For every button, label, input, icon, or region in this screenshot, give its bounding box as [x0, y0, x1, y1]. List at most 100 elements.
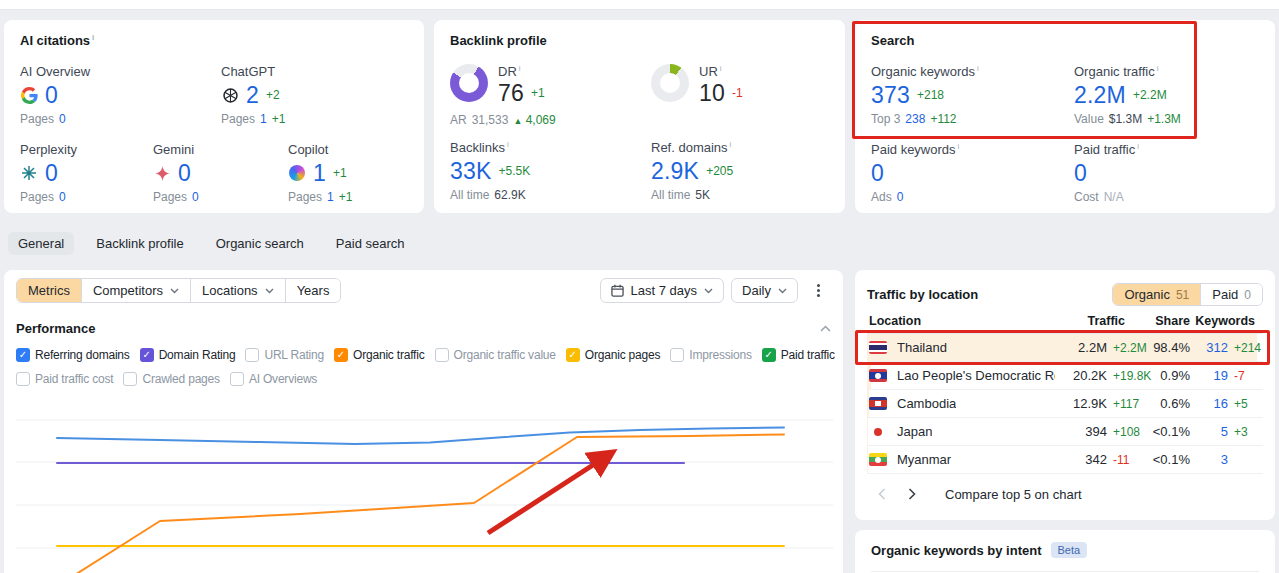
checkbox-icon — [16, 372, 30, 386]
stat-delta: +5.5K — [499, 164, 531, 178]
stat-sub-value[interactable]: 238 — [905, 112, 925, 126]
metric-checkbox[interactable]: ✓ Referring domains — [16, 348, 130, 362]
traffic-value: 394 — [1055, 424, 1107, 439]
keywords-value: 19 — [1190, 368, 1228, 383]
share-value: <0.1% — [1151, 424, 1190, 439]
keywords-delta: +5 — [1228, 397, 1263, 411]
locations-filter-button[interactable]: Locations — [191, 279, 286, 302]
toggle-organic[interactable]: Organic51 — [1113, 284, 1200, 305]
keywords-value: 16 — [1190, 396, 1228, 411]
location-name: Myanmar — [897, 452, 951, 467]
checkbox-icon: ✓ — [566, 348, 580, 362]
stat-label: ChatGPT — [221, 64, 275, 79]
stat-delta: +2.2M — [1133, 88, 1167, 102]
copilot-icon — [288, 164, 306, 182]
stat-sub-value: 62.9K — [494, 188, 525, 202]
metric-checkbox[interactable]: Impressions — [670, 348, 752, 362]
metric-checkbox[interactable]: ✓ Paid traffic — [762, 348, 835, 362]
kebab-icon — [817, 289, 820, 292]
stat-value: 0 — [45, 160, 58, 187]
metric-checkbox[interactable]: ✓ Domain Rating — [140, 348, 236, 362]
tab-general[interactable]: General — [8, 232, 74, 255]
share-value: 0.6% — [1151, 396, 1190, 411]
checkbox-label: Organic traffic value — [454, 348, 556, 362]
metric-checkbox[interactable]: Paid traffic cost — [16, 372, 113, 386]
performance-line-chart — [4, 400, 843, 573]
chevron-down-icon — [265, 288, 274, 294]
location-table-row[interactable]: Lao People's Democratic Reput 20.2K +19.… — [867, 362, 1263, 390]
checkbox-label: AI Overviews — [249, 372, 317, 386]
tab-organic-search[interactable]: Organic search — [206, 232, 314, 255]
compare-top5-link[interactable]: Compare top 5 on chart — [945, 487, 1082, 502]
country-flag-icon — [869, 453, 887, 466]
stat-value: 0 — [45, 82, 58, 109]
stat-value: 2 — [246, 82, 259, 109]
top-window-bar — [0, 0, 1279, 10]
stat-sub-label: Pages — [153, 190, 187, 204]
stat-sub-value[interactable]: 0 — [897, 190, 904, 204]
beta-badge: Beta — [1051, 542, 1088, 558]
stat-sub-value[interactable]: 1 — [260, 112, 267, 126]
metric-checkbox[interactable]: AI Overviews — [230, 372, 317, 386]
annotation-arrow — [488, 454, 610, 533]
years-filter-button[interactable]: Years — [286, 279, 341, 302]
metric-checkbox[interactable]: Organic traffic value — [435, 348, 556, 362]
stat-sub-value[interactable]: 0 — [192, 190, 199, 204]
search-card: Search Organic keywordsi 373 +218 Top 3 … — [855, 20, 1275, 213]
stat-sub-value: 5K — [695, 188, 710, 202]
gemini-icon — [153, 164, 171, 182]
more-options-button[interactable] — [805, 279, 831, 303]
checkbox-label: Referring domains — [35, 348, 130, 362]
metrics-filter-button[interactable]: Metrics — [17, 279, 82, 302]
tab-backlink-profile[interactable]: Backlink profile — [86, 232, 193, 255]
metric-checkbox[interactable]: Crawled pages — [123, 372, 219, 386]
stat-block: Ref. domainsi 2.9K +205 All time 5K — [651, 140, 733, 202]
competitors-filter-button[interactable]: Competitors — [82, 279, 191, 302]
ur-delta: -1 — [732, 86, 743, 100]
share-value: 0.9% — [1151, 368, 1190, 383]
location-table-row[interactable]: Thailand 2.2M +2.2M 98.4% 312 +214 — [867, 334, 1263, 362]
checkbox-label: Crawled pages — [142, 372, 219, 386]
checkbox-icon — [245, 348, 259, 362]
date-range-button[interactable]: Last 7 days — [600, 278, 725, 303]
keywords-value: 312 — [1190, 340, 1228, 355]
next-page-button[interactable] — [897, 484, 927, 504]
metric-checkbox[interactable]: URL Rating — [245, 348, 324, 362]
chevron-left-icon — [878, 488, 886, 500]
prev-page-button[interactable] — [867, 484, 897, 504]
metric-checkbox[interactable]: ✓ Organic pages — [566, 348, 660, 362]
dr-delta: +1 — [531, 86, 545, 100]
checkbox-label: Paid traffic — [781, 348, 835, 362]
info-superscript: i — [1137, 142, 1139, 151]
info-superscript: i — [977, 64, 979, 73]
stat-label: Organic keywords — [871, 64, 975, 79]
tab-paid-search[interactable]: Paid search — [326, 232, 415, 255]
location-table-row[interactable]: Myanmar 342 -11 <0.1% 3 — [867, 446, 1263, 474]
stat-block: Backlinksi 33K +5.5K All time 62.9K — [450, 140, 651, 202]
performance-title: Performance — [16, 321, 95, 336]
keywords-delta: +3 — [1228, 425, 1263, 439]
stat-block: Copilot 1 +1 Pages 1 +1 — [288, 142, 352, 204]
stat-sub-value[interactable]: 1 — [327, 190, 334, 204]
granularity-button[interactable]: Daily — [731, 278, 798, 303]
stat-block: Gemini 0 Pages 0 — [153, 142, 288, 204]
backlink-profile-card: Backlink profile DRi 76+1 AR31,533▲ 4,06… — [434, 20, 845, 213]
stat-value: 33K — [450, 158, 492, 185]
intent-title: Organic keywords by intent — [871, 543, 1042, 558]
info-superscript: i — [958, 142, 960, 151]
location-table-row[interactable]: Cambodia 12.9K +117 0.6% 16 +5 — [867, 390, 1263, 418]
metric-checkbox[interactable]: ✓ Organic traffic — [334, 348, 424, 362]
country-flag-icon — [869, 341, 887, 354]
location-table-row[interactable]: Japan 394 +108 <0.1% 5 +3 — [867, 418, 1263, 446]
stat-sub-value[interactable]: 0 — [59, 112, 66, 126]
stat-label: AI Overview — [20, 64, 90, 79]
info-superscript: i — [519, 64, 521, 73]
stat-sub-label: Pages — [221, 112, 255, 126]
toggle-paid[interactable]: Paid0 — [1200, 284, 1262, 305]
keywords-delta: +214 — [1228, 341, 1263, 355]
traffic-delta: +108 — [1107, 425, 1151, 439]
stat-sub-value[interactable]: 0 — [59, 190, 66, 204]
country-flag-icon — [869, 425, 887, 438]
collapse-section-icon[interactable] — [820, 325, 831, 332]
stat-value: 2.2M — [1074, 82, 1126, 109]
